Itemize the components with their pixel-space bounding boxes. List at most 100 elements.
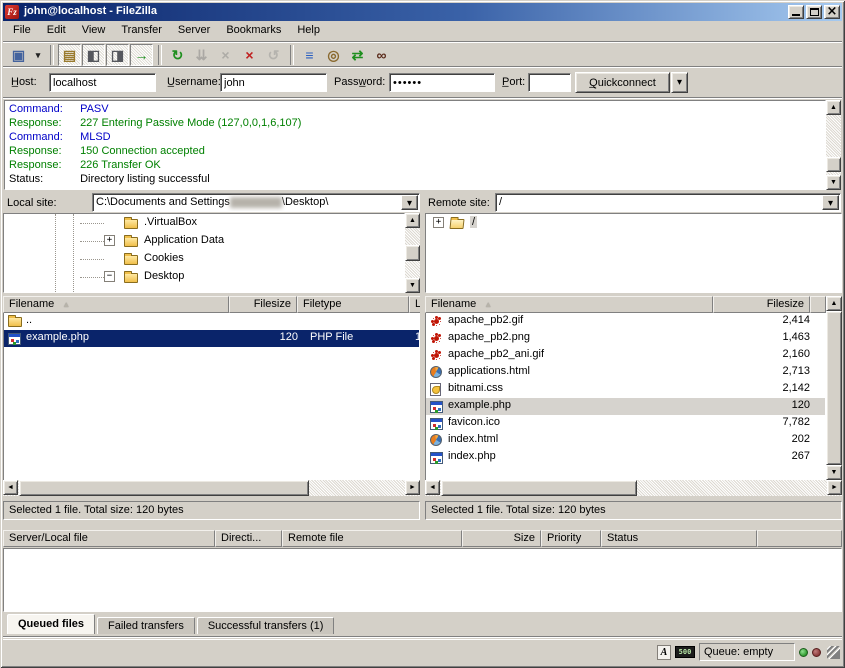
remote-site-combobox[interactable]: / [495, 193, 841, 212]
column-header-filename[interactable]: Filename [425, 296, 713, 313]
toolbar-separator[interactable] [290, 45, 294, 65]
column-header-filename[interactable]: Filename [3, 296, 229, 313]
scroll-left-button[interactable] [3, 480, 18, 495]
synchronized-browsing-button[interactable]: ⇄ [346, 44, 369, 66]
toggle-queue-button[interactable]: → [130, 44, 153, 66]
scroll-up-button[interactable] [826, 296, 842, 311]
queue-column-direction[interactable]: Directi... [215, 530, 282, 547]
scroll-up-button[interactable] [826, 100, 841, 115]
refresh-button[interactable]: ↻ [166, 44, 189, 66]
local-tree-scrollbar[interactable] [405, 213, 420, 293]
quickconnect-button[interactable]: Q̲uickconnect [575, 72, 670, 93]
find-files-button[interactable]: ∞ [370, 44, 393, 66]
local-site-combobox[interactable]: C:\Documents and Settings\Desktop\ [92, 193, 420, 212]
scroll-down-button[interactable] [405, 278, 420, 293]
local-list-hscrollbar[interactable] [3, 480, 420, 496]
column-header-last-modified[interactable]: L [409, 296, 420, 313]
toolbar: ▣▾▤◧◨→↻⇊××↺≡◎⇄∞ [3, 43, 842, 67]
remote-list-hscrollbar[interactable] [425, 480, 842, 496]
scroll-right-button[interactable] [405, 480, 420, 495]
toggle-message-log-button[interactable]: ▤ [58, 44, 81, 66]
index.html[interactable]: index.html 202 [426, 432, 825, 449]
tab-successful-transfers[interactable]: Successful transfers (1) [197, 617, 335, 634]
speed-limits-icon[interactable]: 500 [675, 646, 695, 658]
column-header-filetype[interactable]: Filetype [297, 296, 409, 313]
tree-item-virtualbox[interactable]: .VirtualBox [4, 214, 404, 232]
queue-column-filler[interactable] [757, 530, 842, 547]
menu-item-server[interactable]: Server [170, 22, 218, 40]
tree-expander[interactable]: − [104, 271, 115, 282]
toggle-local-tree-button[interactable]: ◧ [82, 44, 105, 66]
tree-item-cookies[interactable]: Cookies [4, 250, 404, 268]
host-input[interactable] [49, 73, 156, 92]
scroll-thumb[interactable] [826, 311, 842, 465]
combo-dropdown-icon[interactable] [822, 195, 839, 210]
scroll-right-button[interactable] [827, 480, 842, 495]
scroll-down-button[interactable] [826, 175, 841, 190]
combo-dropdown-icon[interactable] [401, 195, 418, 210]
cancel-operation-button[interactable]: × [214, 44, 237, 66]
menu-item-help[interactable]: Help [289, 22, 328, 40]
site-manager-dropdown-button[interactable]: ▾ [31, 44, 45, 66]
toolbar-separator[interactable] [50, 45, 54, 65]
minimize-button[interactable] [788, 5, 804, 19]
scroll-thumb[interactable] [441, 480, 637, 496]
bitnami.css[interactable]: bitnami.css 2,142 [426, 381, 825, 398]
tree-item-application-data[interactable]: + Application Data [4, 232, 404, 250]
tab-failed-transfers[interactable]: Failed transfers [97, 617, 195, 634]
scroll-up-button[interactable] [405, 213, 420, 228]
queue-column-status[interactable]: Status [601, 530, 757, 547]
process-queue-button[interactable]: ⇊ [190, 44, 213, 66]
..[interactable]: .. [4, 313, 419, 330]
queue-column-server-local-file[interactable]: Server/Local file [3, 530, 215, 547]
port-input[interactable] [528, 73, 571, 92]
close-button[interactable] [824, 5, 840, 19]
tree-expander[interactable]: + [104, 235, 115, 246]
menu-item-transfer[interactable]: Transfer [113, 22, 170, 40]
example.php[interactable]: example.php 120 PHP File 1 [4, 330, 419, 347]
apache_pb2.gif[interactable]: apache_pb2.gif 2,414 [426, 313, 825, 330]
password-input[interactable] [389, 73, 495, 92]
apache_pb2_ani.gif[interactable]: apache_pb2_ani.gif 2,160 [426, 347, 825, 364]
scroll-thumb[interactable] [19, 480, 309, 496]
transfer-queue-list[interactable] [3, 548, 842, 612]
tree-item-root[interactable]: + / [426, 214, 841, 232]
applications.html[interactable]: applications.html 2,713 [426, 364, 825, 381]
directory-listing-filters-button[interactable]: ≡ [298, 44, 321, 66]
queue-column-remote-file[interactable]: Remote file [282, 530, 462, 547]
toggle-remote-tree-button[interactable]: ◨ [106, 44, 129, 66]
scroll-thumb[interactable] [826, 157, 841, 172]
scroll-left-button[interactable] [425, 480, 440, 495]
menu-item-bookmarks[interactable]: Bookmarks [218, 22, 289, 40]
menu-item-edit[interactable]: Edit [39, 22, 74, 40]
column-header-filesize[interactable]: Filesize [229, 296, 297, 313]
username-input[interactable] [220, 73, 327, 92]
reconnect-button[interactable]: ↺ [262, 44, 285, 66]
menu-item-file[interactable]: File [5, 22, 39, 40]
disconnect-button[interactable]: × [238, 44, 261, 66]
maximize-button[interactable] [806, 5, 822, 19]
resize-grip[interactable] [827, 646, 840, 659]
tab-queued-files[interactable]: Queued files [7, 614, 95, 634]
log-scrollbar[interactable] [826, 100, 841, 190]
queue-column-priority[interactable]: Priority [541, 530, 601, 547]
tree-item-desktop[interactable]: − Desktop [4, 268, 404, 286]
index.php[interactable]: index.php 267 [426, 449, 825, 466]
scroll-thumb[interactable] [405, 245, 420, 261]
directory-comparison-button[interactable]: ◎ [322, 44, 345, 66]
scroll-down-button[interactable] [826, 465, 842, 480]
queue-column-size[interactable]: Size [462, 530, 541, 547]
apache_pb2.png[interactable]: apache_pb2.png 1,463 [426, 330, 825, 347]
tree-expander[interactable]: + [433, 217, 444, 228]
menu-item-view[interactable]: View [74, 22, 114, 40]
statusbar: A 500 Queue: empty [3, 639, 842, 664]
column-header-filler[interactable] [810, 296, 826, 313]
quickconnect-dropdown-button[interactable] [671, 72, 688, 93]
site-manager-button[interactable]: ▣ [7, 44, 30, 66]
remote-list-vscrollbar[interactable] [826, 296, 842, 480]
favicon.ico[interactable]: favicon.ico 7,782 [426, 415, 825, 432]
toolbar-separator[interactable] [158, 45, 162, 65]
transfer-type-ascii-indicator[interactable]: A [657, 645, 671, 660]
example.php[interactable]: example.php 120 [426, 398, 825, 415]
column-header-filesize[interactable]: Filesize [713, 296, 810, 313]
